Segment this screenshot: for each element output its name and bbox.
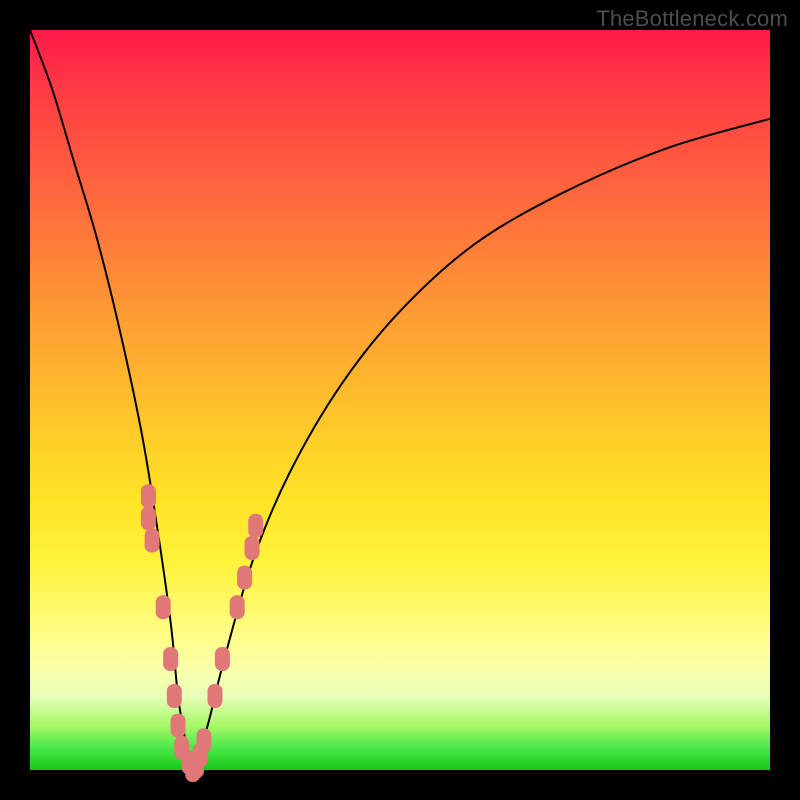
chart-frame: TheBottleneck.com <box>0 0 800 800</box>
data-marker <box>141 506 156 530</box>
chart-svg <box>30 30 770 770</box>
data-marker <box>237 566 252 590</box>
data-marker <box>141 484 156 508</box>
curve-right-branch <box>193 119 770 770</box>
data-marker <box>196 728 211 752</box>
data-marker <box>245 536 260 560</box>
data-marker <box>215 647 230 671</box>
data-marker <box>156 595 171 619</box>
data-marker <box>208 684 223 708</box>
watermark-text: TheBottleneck.com <box>596 6 788 32</box>
data-marker <box>171 714 186 738</box>
marker-layer <box>141 484 263 782</box>
data-marker <box>248 514 263 538</box>
curve-layer <box>30 30 770 770</box>
data-marker <box>167 684 182 708</box>
data-marker <box>230 595 245 619</box>
data-marker <box>145 529 160 553</box>
data-marker <box>163 647 178 671</box>
plot-area <box>30 30 770 770</box>
